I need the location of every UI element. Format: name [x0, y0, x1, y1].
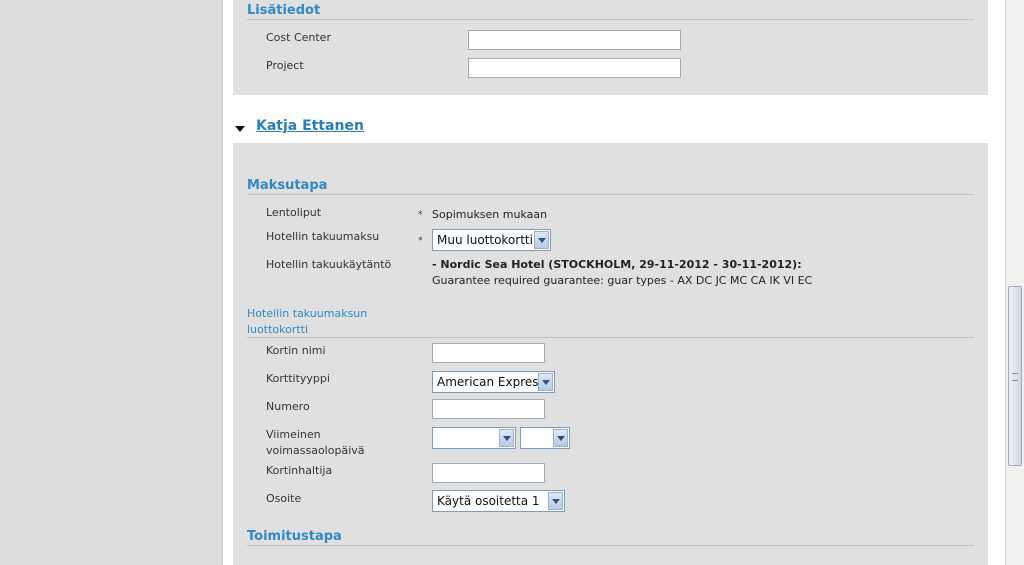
- chevron-down-icon[interactable]: [534, 231, 549, 249]
- card-name-input[interactable]: [432, 343, 545, 363]
- project-input[interactable]: [468, 58, 681, 78]
- vertical-scrollbar[interactable]: [1005, 0, 1024, 565]
- section-divider: [247, 194, 974, 195]
- section-divider: [247, 19, 974, 20]
- chevron-down-icon[interactable]: [553, 429, 568, 447]
- grip-icon: [1012, 373, 1018, 381]
- cardholder-input[interactable]: [432, 463, 545, 483]
- address-select[interactable]: Käytä osoitetta 1: [432, 490, 565, 512]
- hotel-policy-hotel: - Nordic Sea Hotel (STOCKHOLM, 29-11-201…: [432, 258, 802, 271]
- cardholder-label: Kortinhaltija: [266, 464, 333, 477]
- lentoliput-value: Sopimuksen mukaan: [432, 208, 548, 221]
- card-type-select[interactable]: American Express: [432, 371, 555, 393]
- toimitustapa-title: Toimitustapa: [247, 529, 342, 544]
- card-section-title-line2: luottokortti: [247, 323, 309, 336]
- card-number-input[interactable]: [432, 399, 545, 419]
- chevron-down-icon[interactable]: [538, 373, 553, 391]
- traveler-name-link[interactable]: Katja Ettanen: [256, 118, 364, 134]
- card-type-label: Korttityyppi: [266, 372, 330, 385]
- hotel-policy-text: Guarantee required guarantee: guar types…: [432, 274, 813, 287]
- chevron-down-icon[interactable]: [548, 492, 563, 510]
- collapse-arrow-icon[interactable]: [235, 126, 245, 132]
- section-divider: [247, 545, 974, 546]
- project-label: Project: [266, 59, 304, 72]
- section-divider: [247, 337, 974, 338]
- scrollbar-thumb[interactable]: [1008, 286, 1022, 466]
- left-sidebar: [0, 0, 223, 565]
- select-value: Käytä osoitetta 1: [437, 494, 540, 508]
- hotel-guarantee-label: Hotellin takuumaksu: [266, 230, 380, 243]
- card-name-label: Kortin nimi: [266, 344, 326, 357]
- select-value: American Express: [437, 375, 545, 389]
- expiry-month-select[interactable]: [432, 427, 516, 449]
- expiry-label-line2: voimassaolopäivä: [266, 444, 365, 457]
- lisatiedot-title: Lisätiedot: [247, 3, 321, 18]
- expiry-year-select[interactable]: [520, 427, 570, 449]
- required-mark: *: [418, 210, 423, 220]
- hotel-guarantee-select[interactable]: Muu luottokortti: [432, 229, 551, 251]
- expiry-label-line1: Viimeinen: [266, 428, 321, 441]
- right-gutter: [993, 0, 1005, 565]
- cost-center-input[interactable]: [468, 30, 681, 50]
- lentoliput-label: Lentoliput: [266, 206, 322, 219]
- card-section-title-line1: Hotellin takuumaksun: [247, 307, 368, 320]
- address-label: Osoite: [266, 492, 302, 505]
- card-number-label: Numero: [266, 400, 310, 413]
- traveler-panel: [233, 143, 988, 565]
- required-mark: *: [418, 236, 423, 246]
- cost-center-label: Cost Center: [266, 31, 331, 44]
- select-value: Muu luottokortti: [437, 233, 533, 247]
- hotel-policy-label: Hotellin takuukäytäntö: [266, 258, 392, 271]
- maksutapa-title: Maksutapa: [247, 178, 328, 193]
- chevron-down-icon[interactable]: [499, 429, 514, 447]
